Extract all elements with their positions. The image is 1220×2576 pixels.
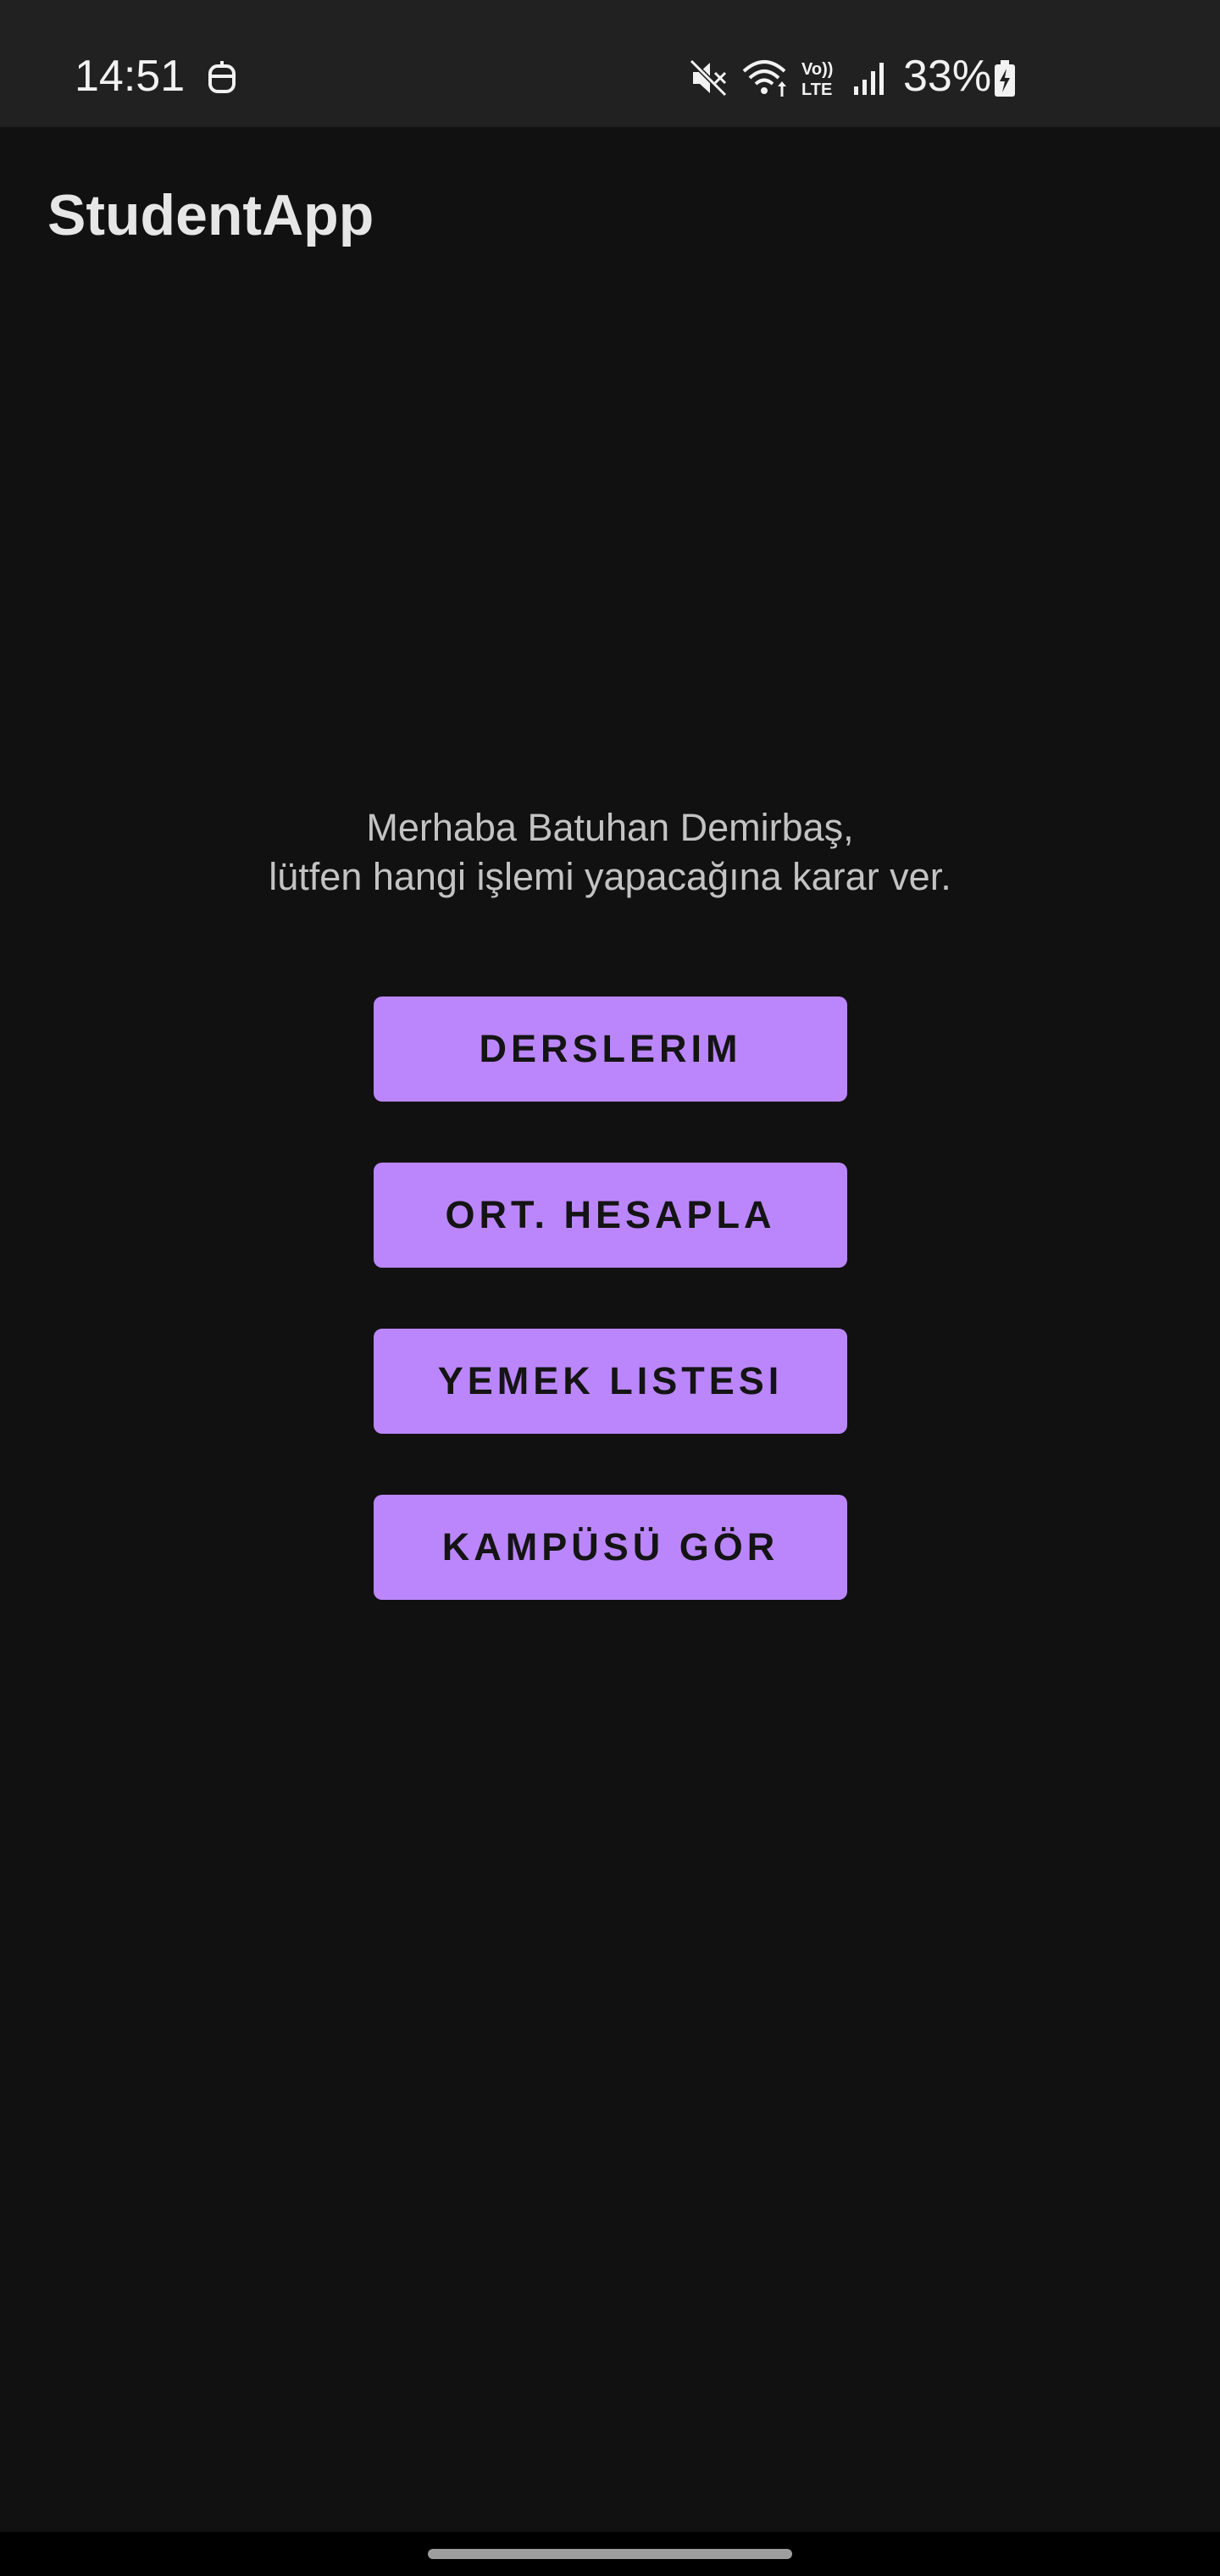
- mute-icon: [689, 58, 728, 97]
- greeting-line-1: Merhaba Batuhan Demirbaş,: [366, 806, 854, 849]
- svg-text:LTE: LTE: [801, 80, 832, 98]
- app-title: StudentApp: [47, 183, 374, 247]
- greeting-message: Merhaba Batuhan Demirbaş, lütfen hangi i…: [0, 803, 1220, 902]
- view-campus-button[interactable]: KAMPÜSÜ GÖR: [374, 1495, 847, 1600]
- calculate-average-button[interactable]: ORT. HESAPLA: [374, 1163, 847, 1268]
- signal-icon: [854, 63, 884, 95]
- volte-icon: Vo)) LTE: [801, 60, 833, 98]
- app-bar: StudentApp: [0, 127, 1220, 297]
- status-time: 14:51: [75, 52, 186, 101]
- home-gesture-handle[interactable]: [428, 2549, 792, 2559]
- battery-charging-icon: [995, 60, 1015, 97]
- wifi-icon: [742, 60, 786, 97]
- courses-button[interactable]: DERSLERIM: [374, 997, 847, 1102]
- navigation-bar: [0, 2532, 1220, 2576]
- battery-percent: 33%: [903, 52, 992, 101]
- notification-bot-icon: [208, 61, 236, 93]
- meal-list-button[interactable]: YEMEK LISTESI: [374, 1329, 847, 1434]
- status-bar: 14:51 Vo)) LTE 33%: [0, 0, 1220, 127]
- greeting-line-2: lütfen hangi işlemi yapacağına karar ver…: [269, 855, 951, 898]
- svg-text:Vo)): Vo)): [801, 60, 833, 79]
